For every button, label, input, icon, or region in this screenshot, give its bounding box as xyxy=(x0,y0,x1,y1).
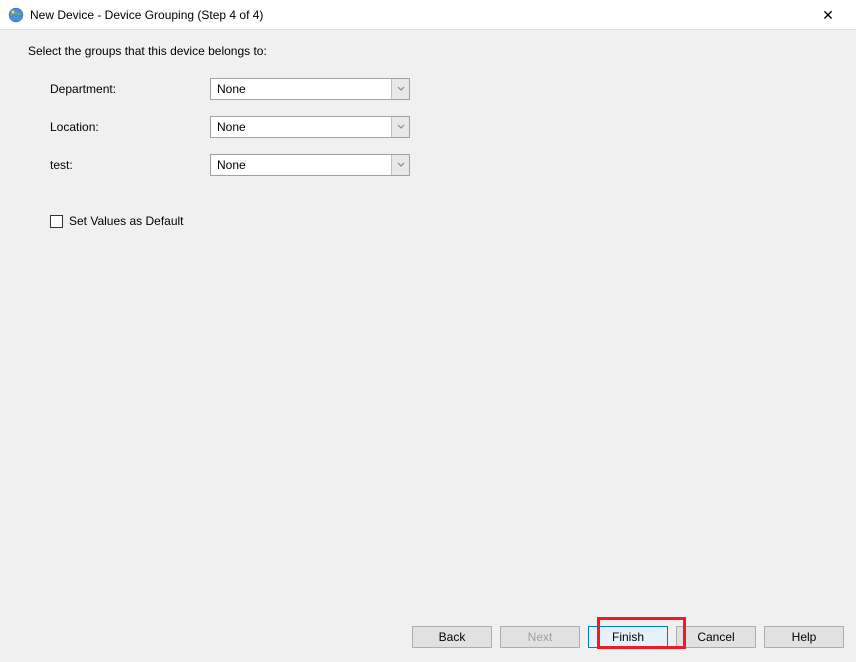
combo-location[interactable]: None xyxy=(210,116,410,138)
combo-test-button[interactable] xyxy=(391,155,409,175)
combo-test-value: None xyxy=(211,158,391,172)
app-icon xyxy=(8,7,24,23)
combo-department-value: None xyxy=(211,82,391,96)
button-bar: Back Next Finish Cancel Help xyxy=(412,626,844,648)
chevron-down-icon xyxy=(397,123,405,131)
chevron-down-icon xyxy=(397,161,405,169)
combo-location-value: None xyxy=(211,120,391,134)
field-row-test: test: None xyxy=(28,154,828,176)
label-test: test: xyxy=(50,158,210,172)
titlebar: New Device - Device Grouping (Step 4 of … xyxy=(0,0,856,30)
help-button[interactable]: Help xyxy=(764,626,844,648)
combo-location-button[interactable] xyxy=(391,117,409,137)
default-checkbox[interactable] xyxy=(50,215,63,228)
finish-button[interactable]: Finish xyxy=(588,626,668,648)
default-checkbox-label: Set Values as Default xyxy=(69,214,184,228)
content-area: Select the groups that this device belon… xyxy=(0,30,856,242)
label-location: Location: xyxy=(50,120,210,134)
field-row-location: Location: None xyxy=(28,116,828,138)
chevron-down-icon xyxy=(397,85,405,93)
close-button[interactable]: ✕ xyxy=(808,1,848,29)
next-button: Next xyxy=(500,626,580,648)
combo-department[interactable]: None xyxy=(210,78,410,100)
combo-test[interactable]: None xyxy=(210,154,410,176)
field-row-department: Department: None xyxy=(28,78,828,100)
window-title: New Device - Device Grouping (Step 4 of … xyxy=(30,8,808,22)
default-checkbox-row: Set Values as Default xyxy=(28,214,828,228)
close-icon: ✕ xyxy=(822,8,834,22)
combo-department-button[interactable] xyxy=(391,79,409,99)
instruction-text: Select the groups that this device belon… xyxy=(28,44,828,58)
cancel-button[interactable]: Cancel xyxy=(676,626,756,648)
back-button[interactable]: Back xyxy=(412,626,492,648)
label-department: Department: xyxy=(50,82,210,96)
